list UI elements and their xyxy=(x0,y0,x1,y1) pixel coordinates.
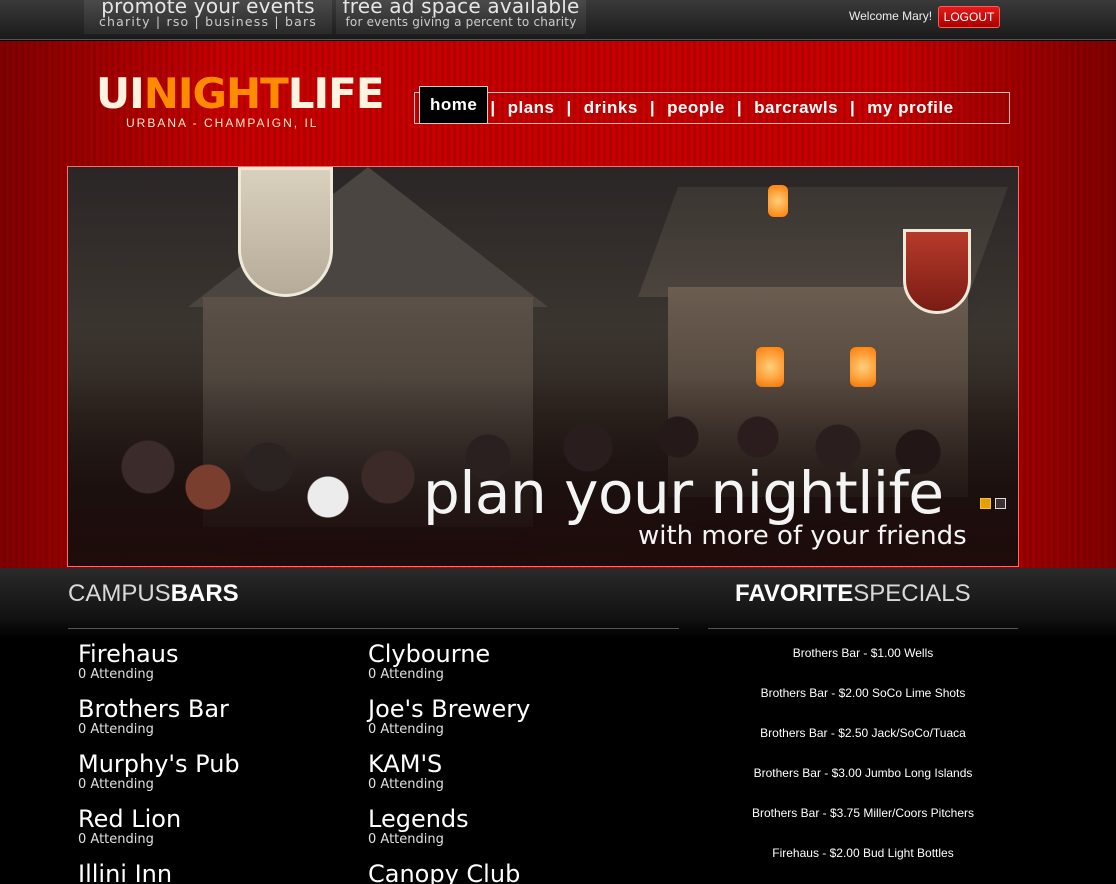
content-section: CAMPUSBARS Firehaus 0 Attending Clybourn… xyxy=(0,568,1116,884)
heading-bold: FAVORITE xyxy=(735,580,854,607)
bar-item[interactable]: Canopy Club xyxy=(368,860,658,884)
bar-name[interactable]: Brothers Bar xyxy=(78,695,368,723)
bar-attending-count: 0 Attending xyxy=(368,777,444,792)
lit-window-image xyxy=(768,185,788,217)
bar-name[interactable]: Joe's Brewery xyxy=(368,695,658,723)
welcome-text: Welcome Mary! xyxy=(849,9,933,23)
divider xyxy=(708,628,1018,629)
bar-item[interactable]: Legends 0 Attending xyxy=(368,805,658,847)
bar-item[interactable]: Illini Inn xyxy=(78,860,368,884)
divider xyxy=(68,628,679,629)
logout-button[interactable]: LOGOUT xyxy=(938,6,1000,28)
heading-light: SPECIALS xyxy=(853,580,971,607)
bar-item[interactable]: Joe's Brewery 0 Attending xyxy=(368,695,658,737)
bar-attending-count: 0 Attending xyxy=(78,832,154,847)
free-ad-space-banner[interactable]: free ad space available for events givin… xyxy=(336,0,586,34)
bar-attending-count: 0 Attending xyxy=(78,777,154,792)
nav-item-barcrawls[interactable]: barcrawls xyxy=(744,93,848,123)
hero-title: plan your nightlife xyxy=(423,459,944,527)
bar-name[interactable]: Red Lion xyxy=(78,805,368,833)
promote-events-title: promote your events xyxy=(101,0,315,18)
bar-attending-count: 0 Attending xyxy=(78,667,154,682)
bar-item[interactable]: Brothers Bar 0 Attending xyxy=(78,695,368,737)
nav-item-people[interactable]: people xyxy=(657,93,735,123)
bar-attending-count: 0 Attending xyxy=(368,722,444,737)
campus-bars-list: Firehaus 0 Attending Clybourne 0 Attendi… xyxy=(78,640,678,884)
site-logo[interactable]: UINIGHTLIFE URBANA - CHAMPAIGN, IL xyxy=(96,69,385,131)
promote-events-subtitle: charity | rso | business | bars xyxy=(98,14,318,29)
campus-bars-heading: CAMPUSBARS xyxy=(68,580,239,608)
bar-name[interactable]: Canopy Club xyxy=(368,860,658,884)
bar-name[interactable]: Illini Inn xyxy=(78,860,368,884)
slide-indicators xyxy=(980,498,1006,509)
bar-name[interactable]: KAM'S xyxy=(368,750,658,778)
bar-item[interactable]: Murphy's Pub 0 Attending xyxy=(78,750,368,792)
bar-item[interactable]: Red Lion 0 Attending xyxy=(78,805,368,847)
favorite-specials-list: Brothers Bar - $1.00 Wells Brothers Bar … xyxy=(708,646,1018,884)
special-item[interactable]: Brothers Bar - $2.50 Jack/SoCo/Tuaca xyxy=(708,726,1018,766)
bar-item[interactable]: KAM'S 0 Attending xyxy=(368,750,658,792)
hero-subtitle: with more of your friends xyxy=(638,521,967,551)
logo-part-night: NIGHT xyxy=(143,69,289,118)
free-ad-subtitle: for events giving a percent to charity xyxy=(345,15,577,29)
nav-separator: | xyxy=(649,98,656,117)
bar-name[interactable]: Murphy's Pub xyxy=(78,750,368,778)
nav-separator: | xyxy=(490,98,496,117)
nav-separator: | xyxy=(736,98,743,117)
crest-sign-image xyxy=(238,167,333,297)
bar-name[interactable]: Firehaus xyxy=(78,640,368,668)
bar-item[interactable]: Clybourne 0 Attending xyxy=(368,640,658,682)
favorite-specials-heading: FAVORITESPECIALS xyxy=(735,580,971,608)
logo-part-life: LIFE xyxy=(287,69,385,118)
slide-dot-2[interactable] xyxy=(995,498,1006,509)
heading-light: CAMPUS xyxy=(68,580,171,607)
special-item[interactable]: Brothers Bar - $1.00 Wells xyxy=(708,646,1018,686)
logo-part-ui: UI xyxy=(96,69,145,118)
heading-bold: BARS xyxy=(170,580,239,607)
nav-separator: | xyxy=(566,98,572,117)
special-item[interactable]: Brothers Bar - $3.75 Miller/Coors Pitche… xyxy=(708,806,1018,846)
free-ad-title: free ad space available xyxy=(342,0,580,18)
special-item[interactable]: Brothers Bar - $2.00 SoCo Lime Shots xyxy=(708,686,1018,726)
bar-name[interactable]: Legends xyxy=(368,805,658,833)
promote-events-banner[interactable]: promote your events charity | rso | busi… xyxy=(84,0,332,34)
nav-item-home[interactable]: home xyxy=(419,86,489,124)
nav-item-plans[interactable]: plans xyxy=(498,93,565,123)
bar-attending-count: 0 Attending xyxy=(368,832,444,847)
main-nav: home | plans | drinks | people | barcraw… xyxy=(414,86,1010,124)
special-item[interactable]: Firehaus - $2.00 Bud Light Bottles xyxy=(708,846,1018,884)
bar-attending-count: 0 Attending xyxy=(368,667,444,682)
bar-attending-count: 0 Attending xyxy=(78,722,154,737)
bar-item[interactable]: Firehaus 0 Attending xyxy=(78,640,368,682)
slide-dot-1[interactable] xyxy=(980,498,991,509)
hero-slideshow[interactable]: plan your nightlife with more of your fr… xyxy=(67,166,1019,567)
crest-sign-image xyxy=(903,229,971,314)
nav-item-drinks[interactable]: drinks xyxy=(574,93,648,123)
bar-name[interactable]: Clybourne xyxy=(368,640,658,668)
special-item[interactable]: Brothers Bar - $3.00 Jumbo Long Islands xyxy=(708,766,1018,806)
nav-separator: | xyxy=(850,98,856,117)
top-bar: promote your events charity | rso | busi… xyxy=(0,0,1116,40)
logo-tagline: URBANA - CHAMPAIGN, IL xyxy=(126,116,319,130)
nav-item-my-profile[interactable]: my profile xyxy=(857,93,963,123)
